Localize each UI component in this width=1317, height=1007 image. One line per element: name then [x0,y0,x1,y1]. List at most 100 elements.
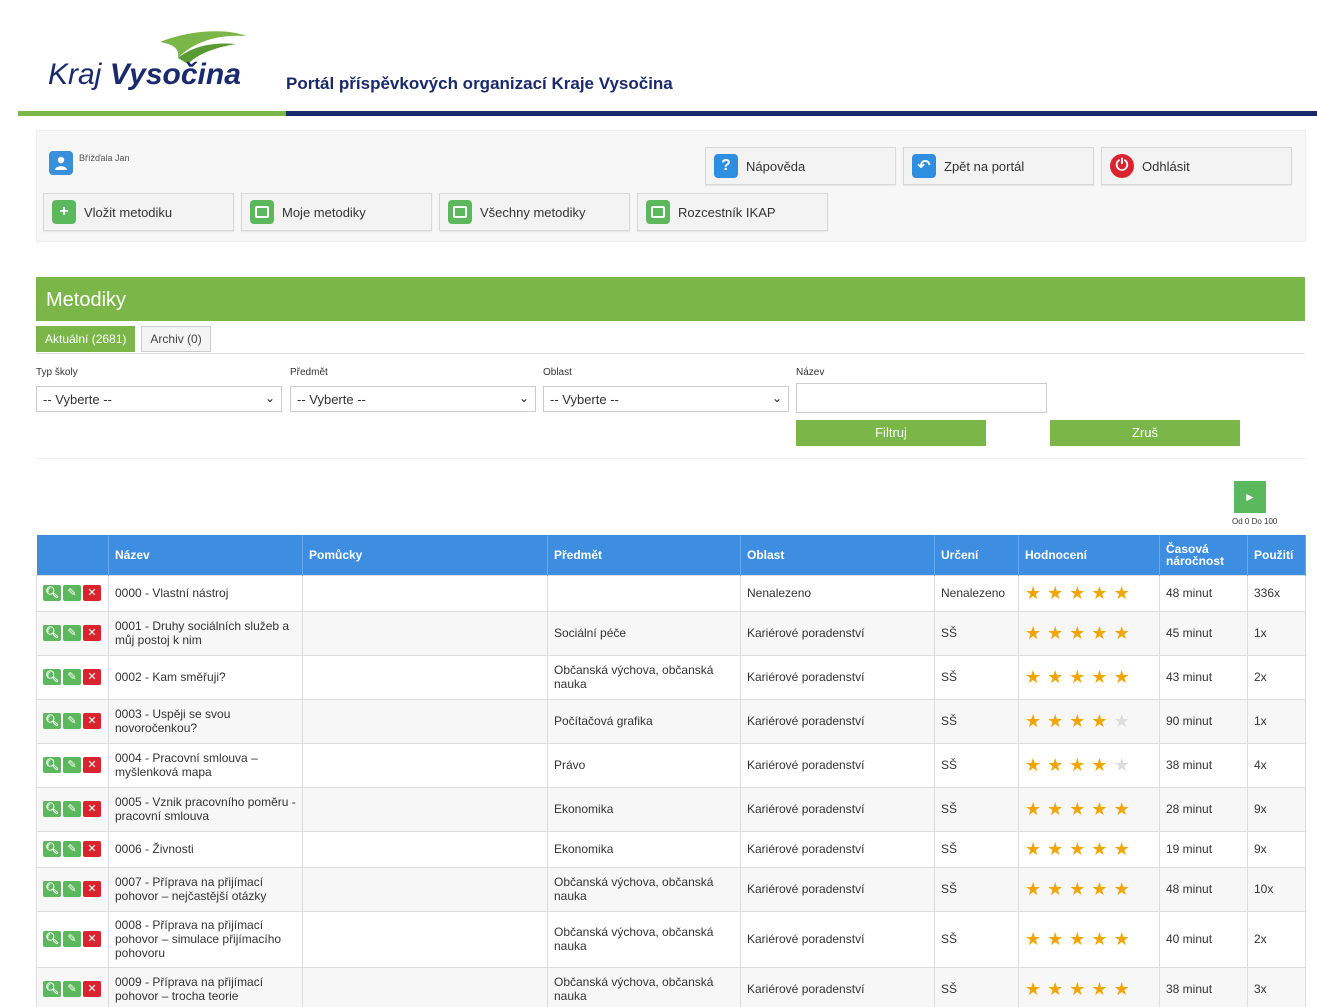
cell-name[interactable]: 0001 - Druhy sociálních služeb a můj pos… [108,610,303,656]
delete-icon[interactable]: ✕ [83,713,101,729]
edit-icon[interactable]: ✎ [63,841,81,857]
document-icon [646,200,670,224]
edit-icon[interactable]: ✎ [63,585,81,601]
view-icon[interactable]: 🔍︎ [43,981,61,997]
edit-icon[interactable]: ✎ [63,981,81,997]
star-icon: ★ [1091,979,1108,999]
cell-subject: Právo [547,742,741,788]
cell-time: 48 minut [1159,574,1248,612]
star-icon: ★ [1025,583,1042,603]
cell-name[interactable]: 0008 - Příprava na přijímací pohovor – s… [108,910,303,968]
subject-select[interactable]: -- Vyberte -- ⌄ [290,386,536,412]
view-icon[interactable]: 🔍︎ [43,585,61,601]
delete-icon[interactable]: ✕ [83,585,101,601]
cell-name[interactable]: 0003 - Uspěji se svou novoročenkou? [108,698,303,744]
subject-label: Předmět [290,367,328,378]
star-icon: ★ [1047,667,1064,687]
cell-area: Nenalezeno [740,574,935,612]
col-target[interactable]: Určení [934,535,1019,575]
edit-icon[interactable]: ✎ [63,713,81,729]
view-icon[interactable]: 🔍︎ [43,713,61,729]
delete-icon[interactable]: ✕ [83,757,101,773]
view-icon[interactable]: 🔍︎ [43,931,61,947]
cell-target: SŠ [934,698,1019,744]
help-button[interactable]: ? Nápověda [705,147,896,185]
edit-icon[interactable]: ✎ [63,669,81,685]
cell-area: Kariérové poradenství [740,966,935,1007]
row-actions: 🔍︎ ✎ ✕ [36,786,109,832]
cell-subject: Občanská výchova, občanská nauka [547,966,741,1007]
edit-icon[interactable]: ✎ [63,801,81,817]
school-type-select[interactable]: -- Vyberte -- ⌄ [36,386,282,412]
delete-icon[interactable]: ✕ [83,801,101,817]
cell-name[interactable]: 0000 - Vlastní nástroj [108,574,303,612]
col-subject[interactable]: Předmět [547,535,741,575]
tab-archive[interactable]: Archiv (0) [141,326,211,352]
kraj-vysocina-logo[interactable]: Kraj Vysočina [48,30,258,100]
tab-current[interactable]: Aktuální (2681) [36,326,136,352]
all-methods-button[interactable]: Všechny metodiky [439,193,630,231]
view-icon[interactable]: 🔍︎ [43,801,61,817]
delete-icon[interactable]: ✕ [83,981,101,997]
star-icon: ★ [1047,879,1064,899]
next-page-button[interactable]: ► [1234,481,1266,513]
logout-label: Odhlásit [1142,158,1190,174]
cell-area: Kariérové poradenství [740,698,935,744]
edit-icon[interactable]: ✎ [63,931,81,947]
view-icon[interactable]: 🔍︎ [43,841,61,857]
methods-table: Název Pomůcky Předmět Oblast Určení Hodn… [36,535,1306,1007]
cell-rating: ★ ★ ★ ★ ★ [1018,698,1160,744]
logout-button[interactable]: ⏻ Odhlásit [1101,147,1292,185]
col-area[interactable]: Oblast [740,535,935,575]
cell-name[interactable]: 0007 - Příprava na přijímací pohovor – n… [108,866,303,912]
delete-icon[interactable]: ✕ [83,881,101,897]
cell-tools [302,742,548,788]
view-icon[interactable]: 🔍︎ [43,669,61,685]
pager-range: Od 0 Do 100 [1232,517,1278,526]
cell-name[interactable]: 0009 - Příprava na přijímací pohovor – t… [108,966,303,1007]
col-rating[interactable]: Hodnocení [1018,535,1160,575]
cell-name[interactable]: 0005 - Vznik pracovního poměru - pracovn… [108,786,303,832]
col-name[interactable]: Název [108,535,303,575]
col-usage[interactable]: Použití [1247,535,1306,575]
edit-icon[interactable]: ✎ [63,757,81,773]
view-icon[interactable]: 🔍︎ [43,881,61,897]
cancel-filter-button[interactable]: Zruš [1050,420,1240,446]
cell-target: SŠ [934,610,1019,656]
cell-name[interactable]: 0002 - Kam směřuji? [108,654,303,700]
view-icon[interactable]: 🔍︎ [43,757,61,773]
name-input[interactable] [796,383,1047,413]
cell-time: 90 minut [1159,698,1248,744]
cell-area: Kariérové poradenství [740,910,935,968]
star-icon: ★ [1069,879,1086,899]
edit-icon[interactable]: ✎ [63,881,81,897]
cell-subject: Občanská výchova, občanská nauka [547,654,741,700]
star-icon: ★ [1047,979,1064,999]
table-row: 🔍︎ ✎ ✕ 0006 - Živnosti Ekonomika Kariérové po… [36,830,1306,868]
delete-icon[interactable]: ✕ [83,625,101,641]
star-icon: ★ [1025,667,1042,687]
edit-icon[interactable]: ✎ [63,625,81,641]
cell-usage: 10x [1247,866,1306,912]
user-name: Břížďala Jan [79,153,130,163]
cell-subject [547,574,741,612]
cell-name[interactable]: 0004 - Pracovní smlouva – myšlenková map… [108,742,303,788]
col-tools[interactable]: Pomůcky [302,535,548,575]
back-to-portal-button[interactable]: ↶ Zpět na portál [903,147,1094,185]
my-methods-button[interactable]: Moje metodiky [241,193,432,231]
cell-area: Kariérové poradenství [740,866,935,912]
star-icon: ★ [1069,799,1086,819]
star-icon: ★ [1047,839,1064,859]
filter-button[interactable]: Filtruj [796,420,986,446]
logo-text: Kraj Vysočina [48,58,241,92]
cell-name[interactable]: 0006 - Živnosti [108,830,303,868]
view-icon[interactable]: 🔍︎ [43,625,61,641]
area-select[interactable]: -- Vyberte -- ⌄ [543,386,789,412]
delete-icon[interactable]: ✕ [83,669,101,685]
cell-area: Kariérové poradenství [740,830,935,868]
insert-method-button[interactable]: + Vložit metodiku [43,193,234,231]
col-time[interactable]: Časová náročnost [1159,535,1248,575]
delete-icon[interactable]: ✕ [83,841,101,857]
ikap-button[interactable]: Rozcestník IKAP [637,193,828,231]
delete-icon[interactable]: ✕ [83,931,101,947]
